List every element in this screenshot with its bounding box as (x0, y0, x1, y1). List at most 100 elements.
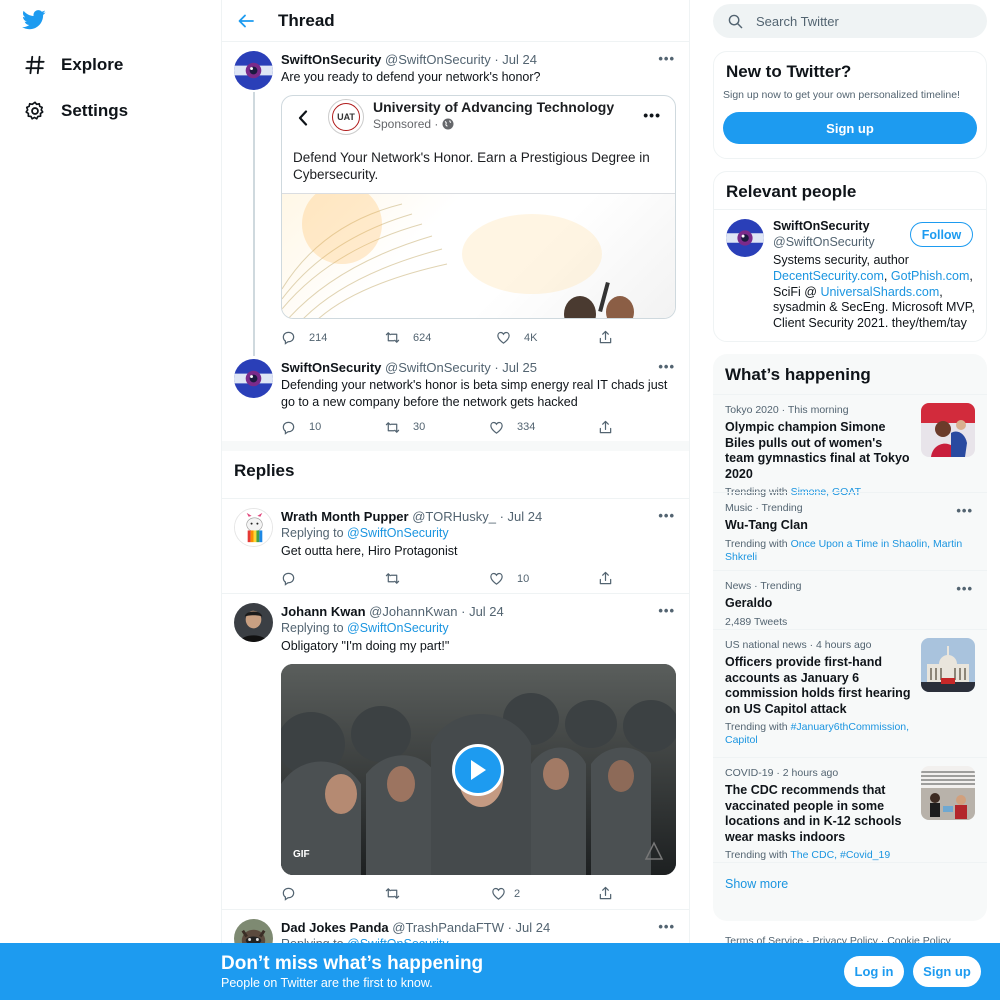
retweet-icon (385, 573, 400, 584)
trend-item[interactable]: Music · Trending Wu-Tang Clan Trending w… (713, 492, 987, 570)
bio-link[interactable]: DecentSecurity.com (773, 269, 884, 283)
banner-headline: Don’t miss what’s happening (221, 953, 484, 974)
tweet-author-handle[interactable]: @TrashPandaFTW (392, 920, 504, 935)
show-more-link[interactable]: Show more (713, 862, 987, 902)
share-button[interactable] (598, 886, 613, 901)
tweet-author-name[interactable]: Dad Jokes Panda (281, 920, 389, 935)
trend-item[interactable]: COVID-19 · 2 hours ago The CDC recommend… (713, 757, 987, 862)
reply-count: 10 (309, 421, 322, 433)
retweet-button[interactable]: 30 (385, 420, 489, 435)
play-button[interactable] (452, 743, 504, 796)
advertiser-name[interactable]: University of Advancing Technology (373, 99, 614, 115)
reply-tweet[interactable]: ••• Wrath Month Pupper @TORHusky_ · Jul … (222, 499, 689, 594)
back-button[interactable] (222, 14, 270, 28)
relevant-people-title: Relevant people (714, 172, 986, 210)
twitter-logo-icon[interactable] (22, 9, 46, 31)
trend-item[interactable]: Tokyo 2020 · This morning Olympic champi… (713, 394, 987, 498)
tweet-author-name[interactable]: SwiftOnSecurity (281, 360, 381, 375)
more-options-icon[interactable]: ••• (658, 603, 675, 618)
tweet-author-handle[interactable]: @TORHusky_ (412, 509, 496, 524)
retweet-button[interactable] (385, 886, 491, 901)
more-options-icon[interactable]: ••• (658, 359, 675, 374)
like-count: 334 (517, 421, 536, 433)
card-more-icon[interactable]: ••• (643, 107, 661, 123)
tweet-text: Defending your network's honor is beta s… (281, 378, 668, 409)
tweet-author-handle[interactable]: @SwiftOnSecurity (385, 360, 491, 375)
reply-button[interactable]: 10 (281, 420, 385, 435)
reply-button[interactable] (281, 571, 385, 586)
tweet-date[interactable]: · Jul 24 (500, 509, 543, 524)
person-name[interactable]: SwiftOnSecurity (773, 219, 870, 233)
trending-with-links[interactable]: Once Upon a Time in Shaolin, Martin (791, 538, 963, 550)
trend-thumbnail[interactable] (921, 403, 975, 457)
reply-tweet[interactable]: ••• Johann Kwan @JohannKwan · Jul 24 Rep… (222, 594, 689, 910)
trend-more-icon[interactable]: ••• (956, 503, 973, 518)
like-button[interactable]: 10 (489, 571, 598, 586)
trend-thumbnail[interactable] (921, 766, 975, 820)
tweet-followup[interactable]: ••• SwiftOnSecurity @SwiftOnSecurity · J… (222, 353, 689, 441)
avatar[interactable] (234, 51, 273, 90)
tweet-date[interactable]: · Jul 25 (494, 360, 537, 375)
ad-image[interactable] (282, 193, 675, 318)
login-button[interactable]: Log in (844, 956, 904, 987)
tweet-author-handle[interactable]: @SwiftOnSecurity (385, 52, 491, 67)
tweet-date[interactable]: · Jul 24 (494, 52, 537, 67)
search-box[interactable]: Search Twitter (713, 4, 987, 38)
retweet-icon (385, 888, 400, 899)
tweet-date[interactable]: · Jul 24 (461, 604, 504, 619)
replying-to-link[interactable]: @SwiftOnSecurity (347, 621, 449, 635)
nav-settings[interactable]: Settings (24, 96, 128, 126)
follow-button[interactable]: Follow (910, 222, 973, 247)
sponsored-label: Sponsored · (373, 116, 439, 131)
tweet-author-name[interactable]: Johann Kwan (281, 604, 366, 619)
like-button[interactable]: 2 (491, 886, 598, 901)
tweet-author-name[interactable]: Wrath Month Pupper (281, 509, 409, 524)
tweet-date[interactable]: · Jul 24 (508, 920, 551, 935)
replying-to-link[interactable]: @SwiftOnSecurity (347, 526, 449, 540)
signup-button[interactable]: Sign up (723, 112, 977, 144)
reply-button[interactable] (281, 886, 385, 901)
ad-card[interactable]: UAT University of Advancing Technology S… (281, 94, 676, 319)
person-handle[interactable]: @SwiftOnSecurity (773, 235, 875, 249)
tweet-author-handle[interactable]: @JohannKwan (369, 604, 457, 619)
more-options-icon[interactable]: ••• (658, 919, 675, 934)
more-options-icon[interactable]: ••• (658, 508, 675, 523)
share-button[interactable] (598, 330, 613, 345)
tweet-author-name[interactable]: SwiftOnSecurity (281, 52, 381, 67)
trending-with-links[interactable]: Shkreli (725, 551, 757, 563)
share-button[interactable] (598, 420, 613, 435)
retweet-button[interactable]: 624 (385, 330, 496, 345)
chevron-left-icon[interactable] (298, 109, 308, 131)
search-input[interactable]: Search Twitter (756, 14, 839, 29)
trending-with-links[interactable]: Capitol (725, 734, 758, 746)
reply-count: 214 (309, 331, 328, 344)
trend-more-icon[interactable]: ••• (956, 581, 973, 596)
trend-thumbnail[interactable] (921, 638, 975, 692)
banner-signup-button[interactable]: Sign up (913, 956, 981, 987)
more-options-icon[interactable]: ••• (658, 51, 675, 66)
retweet-button[interactable] (385, 571, 489, 586)
reply-icon (282, 572, 295, 586)
bio-link[interactable]: GotPhish.com (891, 269, 970, 283)
trend-item[interactable]: News · Trending Geraldo 2,489 Tweets ••• (713, 570, 987, 629)
nav-explore[interactable]: Explore (24, 50, 123, 80)
like-button[interactable]: 334 (489, 420, 598, 435)
avatar[interactable] (234, 508, 273, 547)
like-button[interactable]: 4K (496, 330, 598, 345)
bio-link[interactable]: UniversalShards.com (820, 285, 939, 299)
trending-with-links[interactable]: #January6thCommission, (791, 721, 909, 733)
gif-badge: GIF (293, 848, 310, 860)
avatar[interactable] (234, 359, 273, 398)
trend-item[interactable]: US national news · 4 hours ago Officers … (713, 629, 987, 757)
trending-with-links[interactable]: The CDC, #Covid_19 (790, 849, 890, 861)
avatar[interactable] (726, 219, 764, 257)
trend-title: Olympic champion Simone Biles pulls out … (725, 420, 910, 481)
tweet-main[interactable]: ••• SwiftOnSecurity @SwiftOnSecurity · J… (222, 42, 689, 356)
advertiser-logo[interactable]: UAT (328, 98, 364, 135)
gif-media[interactable]: GIF (281, 663, 676, 875)
reply-button[interactable]: 214 (281, 330, 385, 345)
share-button[interactable] (598, 571, 613, 586)
avatar[interactable] (234, 603, 273, 642)
share-icon (599, 420, 612, 433)
heart-icon (490, 572, 503, 585)
